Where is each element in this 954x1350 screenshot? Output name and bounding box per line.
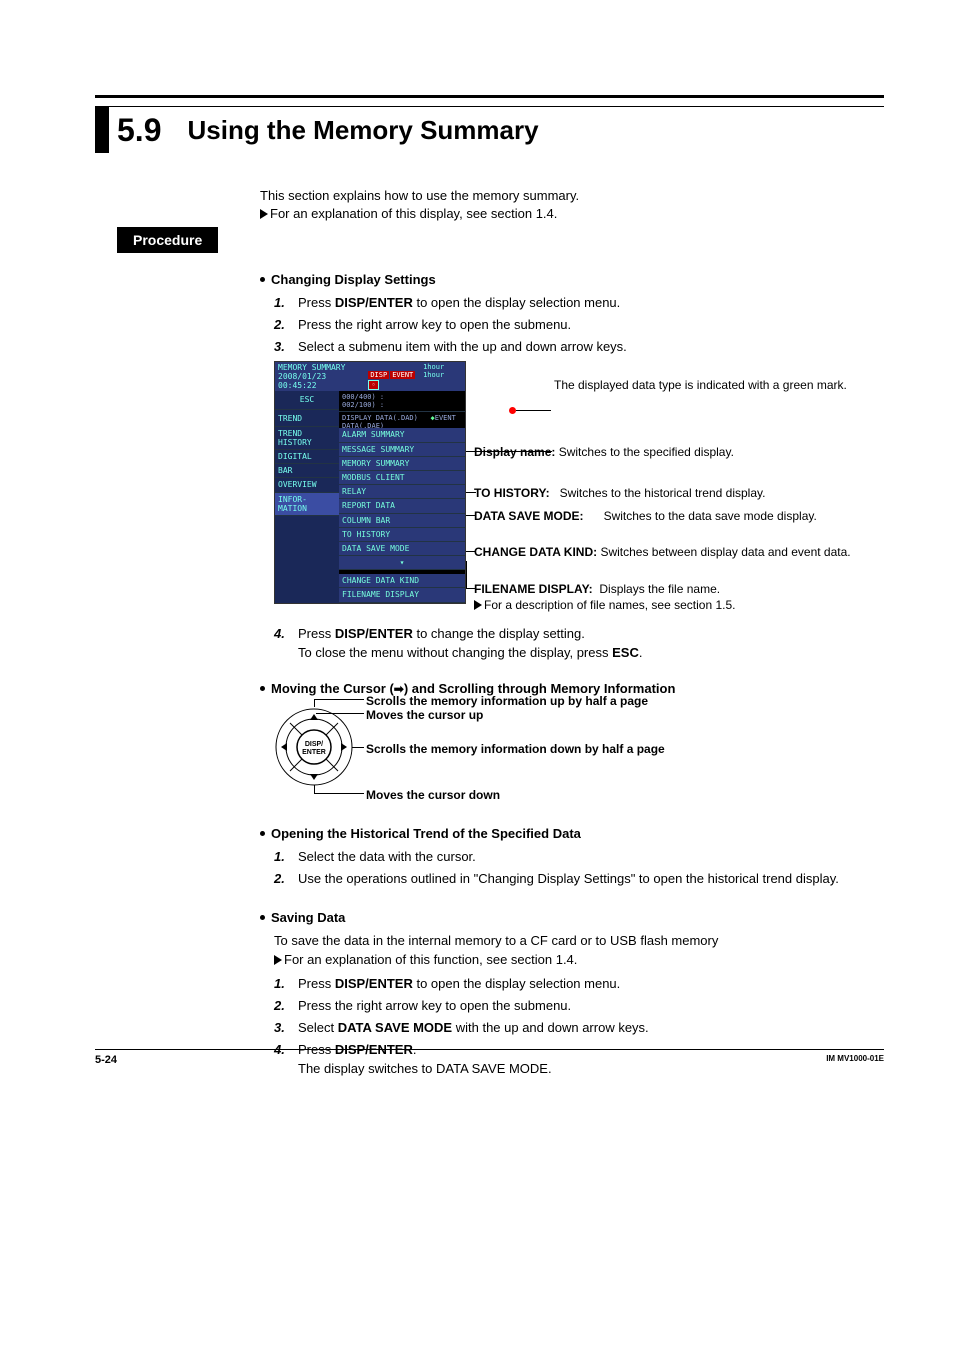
callout-to-history: TO HISTORY: Switches to the historical t… (474, 485, 765, 501)
intro-line: This section explains how to use the mem… (260, 187, 884, 205)
submenu-memory[interactable]: MEMORY SUMMARY (339, 457, 465, 471)
play-icon (474, 600, 482, 610)
submenu-change-kind[interactable]: CHANGE DATA KIND (339, 574, 465, 588)
label-down: Moves the cursor down (366, 787, 500, 804)
bullet-icon (260, 915, 265, 920)
disp-enter-wheel: DISP/ ENTER (274, 707, 354, 787)
record-icon: ◦ (368, 380, 378, 390)
submenu-relay[interactable]: RELAY (339, 485, 465, 499)
section-title-row: 5.9 Using the Memory Summary (95, 106, 884, 153)
bullet-icon (260, 831, 265, 836)
callout-filename: FILENAME DISPLAY: Displays the file name… (474, 581, 874, 613)
step-2: 2.Press the right arrow key to open the … (274, 316, 884, 335)
menu-trend[interactable]: TREND (275, 412, 339, 426)
section-title: Using the Memory Summary (187, 115, 538, 146)
top-rule (95, 95, 884, 98)
heading-open-historical: Opening the Historical Trend of the Spec… (260, 825, 884, 844)
bullet-icon (260, 686, 265, 691)
step-4: 4.Press DISP/ENTER to change the display… (274, 625, 884, 663)
callout-change-kind: CHANGE DATA KIND: Switches between displ… (474, 544, 854, 560)
h3-step-1: 1.Select the data with the cursor. (274, 848, 884, 867)
page-number: 5-24 (95, 1054, 117, 1066)
h3-step-2: 2.Use the operations outlined in "Changi… (274, 870, 884, 889)
svg-text:DISP/: DISP/ (305, 741, 323, 748)
menu-trend-history[interactable]: TREND HISTORY (275, 427, 339, 450)
step-3: 3.Select a submenu item with the up and … (274, 338, 884, 357)
menu-figure: MEMORY SUMMARY 2008/01/23 00:45:22 DISPE… (274, 361, 884, 617)
arrow-wheel-figure: DISP/ ENTER Scrolls the memory informati… (274, 703, 884, 801)
svg-text:ENTER: ENTER (302, 749, 326, 756)
h4-step-1: 1.Press DISP/ENTER to open the display s… (274, 975, 884, 994)
play-icon (260, 209, 268, 219)
esc-button[interactable]: ESC (275, 391, 339, 409)
callout-green: The displayed data type is indicated wit… (554, 377, 847, 393)
step-1: 1.Press DISP/ENTER to open the display s… (274, 294, 884, 313)
section-number: 5.9 (117, 112, 161, 149)
callout-display-name: Display name: Switches to the specified … (474, 444, 734, 460)
page-footer: 5-24 IM MV1000-01E (95, 1049, 884, 1066)
submenu-column[interactable]: COLUMN BAR (339, 514, 465, 528)
title-bar (95, 107, 109, 153)
submenu-down[interactable]: ▾ (339, 556, 465, 570)
screenshot-header: MEMORY SUMMARY 2008/01/23 00:45:22 DISPE… (275, 362, 465, 392)
save-intro: To save the data in the internal memory … (274, 932, 884, 970)
submenu-alarm[interactable]: ALARM SUMMARY (339, 428, 465, 442)
bullet-icon (260, 277, 265, 282)
play-icon (274, 955, 282, 965)
menu-bar[interactable]: BAR (275, 464, 339, 478)
submenu-message[interactable]: MESSAGE SUMMARY (339, 443, 465, 457)
device-screenshot: MEMORY SUMMARY 2008/01/23 00:45:22 DISPE… (274, 361, 466, 604)
doc-id: IM MV1000-01E (826, 1054, 884, 1066)
submenu-modbus[interactable]: MODBUS CLIENT (339, 471, 465, 485)
red-marker (509, 407, 516, 414)
submenu-data-save[interactable]: DATA SAVE MODE (339, 542, 465, 556)
menu-digital[interactable]: DIGITAL (275, 450, 339, 464)
callout-data-save: DATA SAVE MODE: Switches to the data sav… (474, 508, 834, 524)
menu-information[interactable]: INFOR- MATION (275, 493, 339, 516)
submenu-report[interactable]: REPORT DATA (339, 499, 465, 513)
intro-xref: For an explanation of this display, see … (260, 205, 884, 223)
submenu-to-history[interactable]: TO HISTORY (339, 528, 465, 542)
intro-block: This section explains how to use the mem… (260, 187, 884, 223)
heading-changing-display: Changing Display Settings (260, 271, 884, 290)
h4-step-2: 2.Press the right arrow key to open the … (274, 997, 884, 1016)
label-down-half: Scrolls the memory information down by h… (366, 741, 665, 758)
h4-step-3: 3.Select DATA SAVE MODE with the up and … (274, 1019, 884, 1038)
label-up: Moves the cursor up (366, 707, 483, 724)
submenu-filename[interactable]: FILENAME DISPLAY (339, 588, 465, 602)
heading-saving-data: Saving Data (260, 909, 884, 928)
procedure-tab: Procedure (117, 227, 218, 253)
menu-overview[interactable]: OVERVIEW (275, 478, 339, 492)
